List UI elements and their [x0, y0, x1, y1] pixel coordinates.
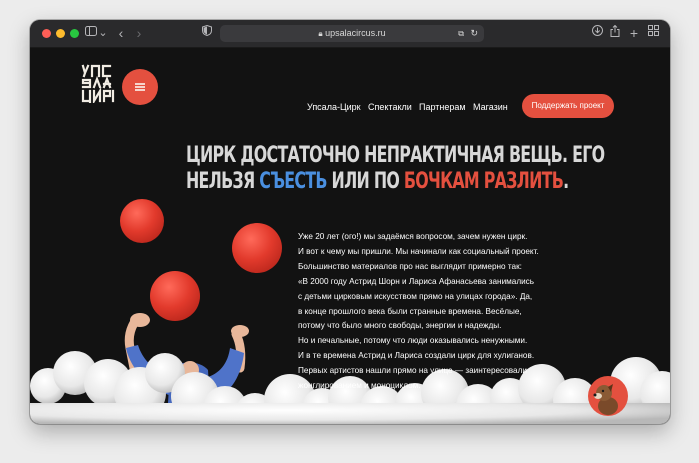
browser-toolbar: ⌄ ‹ › 🔒︎ upsalacircus.ru ⧉ ↻ + [30, 20, 670, 48]
reload-icon[interactable]: ↻ [470, 25, 478, 42]
about-line: потому что было много свободы, энергии и… [298, 321, 502, 331]
minimize-window-button[interactable] [56, 29, 65, 38]
web-page: Упсала-Цирк Спектакли Партнерам Магазин … [30, 48, 670, 424]
privacy-shield-icon[interactable] [200, 24, 214, 41]
about-line: Первых артистов нашли прямо на улице — з… [298, 366, 527, 376]
about-line: И в те времена Астрид и Лариса создали ц… [298, 351, 535, 361]
url-text: upsalacircus.ru [325, 28, 386, 38]
browser-window: ⌄ ‹ › 🔒︎ upsalacircus.ru ⧉ ↻ + Упсала-Ци… [30, 20, 670, 424]
back-button[interactable]: ‹ [114, 25, 128, 41]
share-icon[interactable] [608, 24, 622, 41]
address-bar[interactable]: 🔒︎ upsalacircus.ru ⧉ ↻ [220, 25, 484, 42]
dog-icon [593, 384, 618, 415]
about-line: Но и печальные, потому что люди оказывал… [298, 336, 528, 346]
about-line: «В 2000 году Астрид Шорн и Лариса Афанас… [298, 276, 535, 286]
new-tab-icon[interactable]: + [627, 25, 641, 41]
tab-overview-icon[interactable] [646, 25, 660, 41]
close-window-button[interactable] [42, 29, 51, 38]
about-line: Уже 20 лет (ого!) мы задаёмся вопросом, … [298, 232, 528, 241]
chevron-down-icon[interactable]: ⌄ [98, 25, 108, 41]
dog-badge[interactable] [588, 376, 628, 416]
lock-icon: 🔒︎ [318, 29, 323, 38]
translate-icon[interactable]: ⧉ [458, 25, 464, 42]
about-line: Большинство материалов про нас выглядит … [298, 261, 522, 271]
about-line: И вот к чему мы пришли. Мы начинали как … [298, 246, 539, 256]
about-text: Уже 20 лет (ого!) мы задаёмся вопросом, … [298, 230, 588, 394]
about-line: с детьми цирковым искусством прямо на ул… [298, 291, 533, 301]
maximize-window-button[interactable] [70, 29, 79, 38]
sidebar-icon[interactable] [84, 25, 98, 41]
forward-button[interactable]: › [132, 25, 146, 41]
download-icon[interactable] [590, 25, 604, 41]
about-line: жонглированием и моноциклом. [298, 381, 421, 391]
about-line: в конце прошлого века были странные врем… [298, 306, 522, 316]
